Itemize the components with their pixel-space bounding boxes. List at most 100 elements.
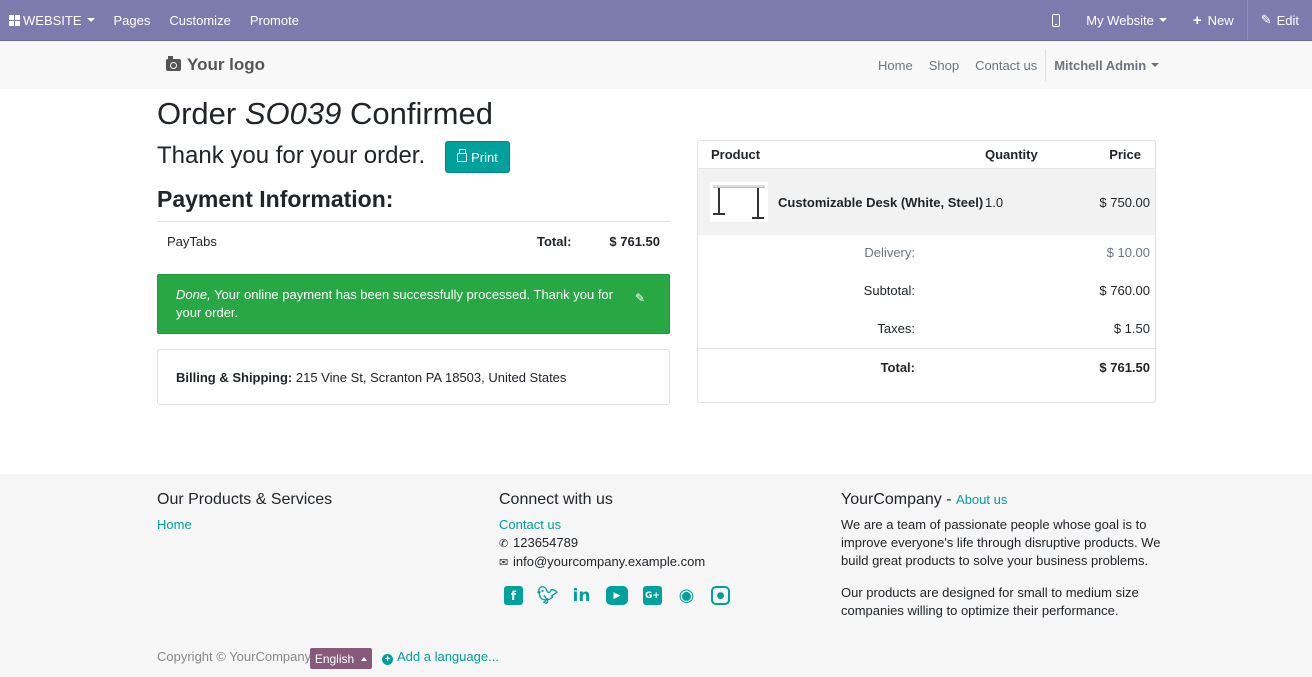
delivery-label: Delivery:: [864, 245, 915, 260]
edit-label: Edit: [1276, 12, 1299, 28]
product-row: Customizable Desk (White, Steel) 1.0 $ 7…: [698, 168, 1155, 235]
delivery-row: Delivery: $ 10.00: [698, 245, 1155, 265]
company-description-2: Our products are designed for small to m…: [841, 585, 1139, 618]
subtotal-value: $ 760.00: [1099, 283, 1150, 298]
footer-connect-column: Connect with us Contact us ✆ 123654789 ✉ i…: [499, 491, 799, 572]
add-language-label: Add a language...: [397, 649, 499, 664]
order-number: SO039: [244, 96, 342, 131]
company-separator: -: [941, 491, 957, 508]
total-value: $ 761.50: [1099, 360, 1150, 375]
mobile-preview-button[interactable]: [1039, 0, 1073, 40]
language-label: English: [314, 651, 355, 666]
google-plus-icon[interactable]: G+: [643, 586, 662, 605]
pencil-icon: ✎: [1260, 12, 1272, 27]
product-price: $ 750.00: [1099, 195, 1150, 210]
caret-down-icon: [86, 18, 95, 22]
website-apps-menu[interactable]: WEBSITE: [9, 13, 95, 28]
site-logo[interactable]: Your logo: [166, 55, 265, 75]
my-website-label: My Website: [1086, 12, 1154, 28]
edit-button[interactable]: ✎ Edit: [1246, 0, 1312, 40]
subtotal-row: Subtotal: $ 760.00: [698, 283, 1155, 303]
twitter-icon[interactable]: 🐦︎: [537, 586, 559, 606]
apps-grid-icon: [9, 14, 20, 26]
subtotal-label: Subtotal:: [863, 283, 915, 298]
footer-connect-title: Connect with us: [499, 491, 613, 508]
col-price: Price: [1109, 147, 1141, 162]
footer-contact-link[interactable]: Contact us: [499, 517, 561, 532]
total-label: Total:: [880, 360, 915, 375]
payment-success-alert: Done, Your online payment has been succe…: [157, 274, 670, 334]
nav-shop[interactable]: Shop: [929, 58, 959, 73]
nav-contact-us[interactable]: Contact us: [975, 58, 1037, 73]
website-admin-bar: WEBSITE Pages Customize Promote My Websi…: [0, 0, 1312, 41]
product-quantity: 1.0: [985, 195, 1004, 210]
footer-phone: ✆ 123654789: [499, 534, 799, 553]
linkedin-icon[interactable]: in: [572, 586, 591, 606]
payment-row: PayTabs Total: $ 761.50: [157, 221, 670, 261]
print-label: Print: [471, 149, 498, 165]
company-name: YourCompany: [841, 491, 942, 508]
instagram-icon[interactable]: ●: [711, 586, 730, 605]
plus-icon: +: [1192, 11, 1202, 29]
pages-menu[interactable]: Pages: [114, 13, 151, 28]
payment-total-label: Total:: [537, 234, 572, 249]
caret-up-icon: [361, 656, 368, 661]
new-content-button[interactable]: + New: [1180, 0, 1247, 40]
add-language-link[interactable]: + Add a language...: [382, 649, 499, 665]
pencil-icon[interactable]: ✎: [635, 289, 645, 307]
taxes-row: Taxes: $ 1.50: [698, 321, 1155, 341]
camera-icon: [166, 56, 181, 71]
title-suffix: Confirmed: [341, 96, 493, 131]
customize-menu[interactable]: Customize: [169, 13, 230, 28]
alert-message: Your online payment has been successfull…: [176, 287, 613, 320]
col-product: Product: [711, 147, 761, 162]
summary-divider: [698, 348, 1155, 349]
language-selector[interactable]: English: [310, 648, 372, 669]
envelope-icon: ✉: [499, 557, 509, 569]
title-prefix: Order: [157, 96, 245, 131]
about-us-link[interactable]: About us: [956, 492, 1007, 507]
email-address: info@yourcompany.example.com: [513, 554, 706, 569]
summary-header-row: Product Quantity Price: [698, 141, 1155, 168]
github-icon[interactable]: ◉: [677, 585, 696, 606]
footer-company-column: YourCompany - About us We are a team of …: [841, 491, 1161, 620]
footer-products-title: Our Products & Services: [157, 491, 333, 508]
user-name: Mitchell Admin: [1054, 57, 1147, 73]
billing-address: 215 Vine St, Scranton PA 18503, United S…: [292, 370, 567, 385]
order-summary-card: Product Quantity Price Customizable Desk…: [697, 140, 1156, 403]
company-description: We are a team of passionate people whose…: [841, 517, 1161, 568]
taxes-label: Taxes:: [877, 321, 915, 336]
total-row: Total: $ 761.50: [698, 360, 1155, 380]
user-menu[interactable]: Mitchell Admin: [1045, 49, 1160, 81]
product-name: Customizable Desk (White, Steel): [778, 195, 984, 210]
promote-menu[interactable]: Promote: [250, 13, 299, 28]
alert-done: Done,: [176, 287, 211, 302]
mobile-icon: [1052, 13, 1061, 27]
col-quantity: Quantity: [985, 147, 1038, 162]
print-button[interactable]: Print: [445, 141, 510, 173]
billing-label: Billing & Shipping:: [176, 370, 293, 385]
social-links: f 🐦︎ in ▶ G+ ◉ ●: [504, 585, 745, 606]
print-icon: [457, 148, 468, 162]
copyright-text: Copyright © YourCompany: [157, 649, 312, 664]
footer-company-title: YourCompany - About us: [841, 491, 1161, 509]
facebook-icon[interactable]: f: [504, 586, 523, 605]
site-header: Your logo Home Shop Contact us Mitchell …: [0, 41, 1312, 89]
site-footer: Our Products & Services Home Connect wit…: [0, 474, 1312, 677]
nav-home[interactable]: Home: [878, 58, 913, 73]
youtube-icon[interactable]: ▶: [606, 586, 628, 605]
main-nav: Home Shop Contact us Mitchell Admin: [878, 41, 1160, 89]
footer-home-link[interactable]: Home: [157, 517, 192, 532]
phone-number: 123654789: [513, 535, 579, 550]
product-image: [710, 182, 768, 222]
phone-icon: ✆: [499, 538, 509, 550]
payment-total-value: $ 761.50: [609, 234, 660, 249]
footer-products-column: Our Products & Services Home: [157, 491, 457, 534]
taxes-value: $ 1.50: [1113, 321, 1150, 336]
my-website-dropdown[interactable]: My Website: [1073, 0, 1180, 40]
page-title: Order SO039 Confirmed: [157, 96, 493, 132]
payment-method: PayTabs: [167, 234, 217, 249]
delivery-value: $ 10.00: [1106, 245, 1150, 260]
thank-you-message: Thank you for your order.: [157, 142, 426, 169]
new-label: New: [1207, 12, 1234, 28]
